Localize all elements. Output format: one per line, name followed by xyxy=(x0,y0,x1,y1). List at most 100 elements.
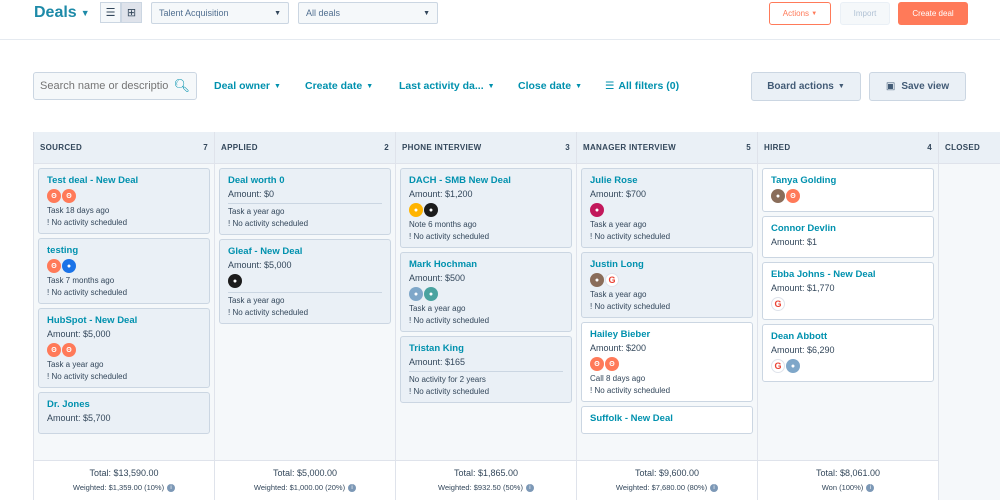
all-filters-button[interactable]: ☰ All filters (0) xyxy=(605,80,679,92)
actions-button[interactable]: Actions ▼ xyxy=(769,2,831,25)
all-filters-label: All filters (0) xyxy=(618,80,680,92)
info-icon[interactable]: i xyxy=(525,484,534,493)
deal-name-link[interactable]: Suffolk - New Deal xyxy=(590,413,744,424)
column-title: MANAGER INTERVIEW xyxy=(583,143,676,152)
next-activity-text: ! No activity scheduled xyxy=(47,372,128,381)
deal-name-link[interactable]: testing xyxy=(47,245,201,256)
associated-avatars: ● ● xyxy=(409,203,563,217)
deal-card[interactable]: DACH - SMB New Deal Amount: $1,200 ● ● Note … xyxy=(400,168,572,248)
view-toggle: ☰ ⊞ xyxy=(100,2,142,23)
weighted-text: Weighted: $7,680.00 (80%) xyxy=(615,483,708,492)
column-title: APPLIED xyxy=(221,143,258,152)
google-logo-icon[interactable]: G xyxy=(605,273,619,287)
chevron-down-icon: ▼ xyxy=(575,82,583,90)
hubspot-avatar-icon[interactable]: ʘ xyxy=(605,357,619,371)
company-logo-icon[interactable]: ● xyxy=(62,259,76,273)
deal-card[interactable]: Deal worth 0 Amount: $0 Task a year ago ! N… xyxy=(219,168,391,235)
hubspot-avatar-icon[interactable]: ʘ xyxy=(47,189,61,203)
pipeline-select[interactable]: Talent Acquisition ▼ xyxy=(151,2,289,24)
info-icon[interactable]: i xyxy=(348,484,357,493)
deal-name-link[interactable]: Julie Rose xyxy=(590,175,744,186)
deal-name-link[interactable]: Dr. Jones xyxy=(47,399,201,410)
deal-card[interactable]: Julie Rose Amount: $700 ● Task a year ago ! … xyxy=(581,168,753,248)
deal-name-link[interactable]: Mark Hochman xyxy=(409,259,563,270)
deal-card[interactable]: Dr. Jones Amount: $5,700 xyxy=(38,392,210,434)
deal-owner-filter[interactable]: Deal owner ▼ xyxy=(214,80,281,92)
save-view-button[interactable]: ▣ Save view xyxy=(869,72,966,101)
hubspot-avatar-icon[interactable]: ʘ xyxy=(62,343,76,357)
list-view-icon[interactable]: ☰ xyxy=(100,2,121,23)
board-actions-button[interactable]: Board actions ▼ xyxy=(751,72,861,101)
deal-name-link[interactable]: Connor Devlin xyxy=(771,223,925,234)
deal-name-link[interactable]: Deal worth 0 xyxy=(228,175,382,186)
view-select[interactable]: All deals ▼ xyxy=(298,2,438,24)
create-date-filter[interactable]: Create date ▼ xyxy=(305,80,373,92)
info-icon[interactable]: i xyxy=(710,484,719,493)
google-logo-icon[interactable]: G xyxy=(771,297,785,311)
deal-amount: Amount: $1,200 xyxy=(409,189,473,199)
deal-card[interactable]: Ebba Johns - New Deal Amount: $1,770 G xyxy=(762,262,934,320)
last-activity-text: Task a year ago xyxy=(228,207,285,216)
deal-name-link[interactable]: HubSpot - New Deal xyxy=(47,315,201,326)
deal-card[interactable]: HubSpot - New Deal Amount: $5,000 ʘ ʘ Task a… xyxy=(38,308,210,388)
deal-name-link[interactable]: Dean Abbott xyxy=(771,331,925,342)
info-icon[interactable]: i xyxy=(167,484,176,493)
deal-card[interactable]: Test deal - New Deal ʘ ʘ Task 18 days ago ! … xyxy=(38,168,210,234)
deal-card[interactable]: Connor Devlin Amount: $1 xyxy=(762,216,934,258)
deal-card[interactable]: Gleaf - New Deal Amount: $5,000 ● Task a ye… xyxy=(219,239,391,324)
hubspot-avatar-icon[interactable]: ʘ xyxy=(786,189,800,203)
deal-card[interactable]: Dean Abbott Amount: $6,290 G ● xyxy=(762,324,934,382)
search-icon[interactable]: 🔍︎ xyxy=(173,78,190,94)
last-activity-filter[interactable]: Last activity da... ▼ xyxy=(399,80,495,92)
create-deal-button[interactable]: Create deal xyxy=(898,2,968,25)
company-logo-icon[interactable]: ● xyxy=(409,203,423,217)
next-activity-text: ! No activity scheduled xyxy=(409,232,490,241)
board-view-icon[interactable]: ⊞ xyxy=(121,2,142,23)
deal-name-link[interactable]: Hailey Bieber xyxy=(590,329,744,340)
deal-card[interactable]: Hailey Bieber Amount: $200 ʘ ʘ Call 8 days a… xyxy=(581,322,753,402)
next-activity-text: ! No activity scheduled xyxy=(47,218,128,227)
deal-name-link[interactable]: Tristan King xyxy=(409,343,563,354)
hubspot-avatar-icon[interactable]: ʘ xyxy=(47,259,61,273)
company-logo-icon[interactable]: ● xyxy=(424,203,438,217)
import-button[interactable]: Import xyxy=(840,2,890,25)
next-activity-text: ! No activity scheduled xyxy=(409,316,490,325)
company-logo-icon[interactable]: ● xyxy=(424,287,438,301)
chevron-down-icon: ▼ xyxy=(837,83,845,90)
filter-bar: 🔍︎ Deal owner▼ Create date▼ Last activit… xyxy=(0,60,1000,120)
google-logo-icon[interactable]: G xyxy=(771,359,785,373)
pipeline-column: APPLIED 2 Deal worth 0 Amount: $0 Task a yea… xyxy=(215,132,396,500)
deal-card[interactable]: Tanya Golding ● ʘ xyxy=(762,168,934,212)
chevron-down-icon: ▼ xyxy=(80,8,90,18)
deal-name-link[interactable]: DACH - SMB New Deal xyxy=(409,175,563,186)
hubspot-avatar-icon[interactable]: ʘ xyxy=(62,189,76,203)
company-logo-icon[interactable]: ● xyxy=(590,203,604,217)
company-logo-icon[interactable]: ● xyxy=(228,274,242,288)
deal-card[interactable]: Mark Hochman Amount: $500 ● ● Task a year ag… xyxy=(400,252,572,332)
deal-card[interactable]: Tristan King Amount: $165 No activity for … xyxy=(400,336,572,403)
deal-name-link[interactable]: Ebba Johns - New Deal xyxy=(771,269,925,280)
column-title: HIRED xyxy=(764,143,791,152)
contact-photo-avatar[interactable]: ● xyxy=(771,189,785,203)
top-bar: Deals ▼ ☰ ⊞ Talent Acquisition ▼ All dea… xyxy=(0,0,1000,40)
contact-photo-avatar[interactable]: ● xyxy=(590,273,604,287)
deal-name-link[interactable]: Tanya Golding xyxy=(771,175,925,186)
deal-name-link[interactable]: Justin Long xyxy=(590,259,744,270)
next-activity-text: ! No activity scheduled xyxy=(228,308,309,317)
deal-name-link[interactable]: Test deal - New Deal xyxy=(47,175,201,186)
deal-name-link[interactable]: Gleaf - New Deal xyxy=(228,246,382,257)
deal-card[interactable]: testing ʘ ● Task 7 months ago ! No activity … xyxy=(38,238,210,304)
contact-initials-avatar[interactable]: ● xyxy=(786,359,800,373)
object-switcher[interactable]: Deals ▼ xyxy=(34,4,90,22)
hubspot-avatar-icon[interactable]: ʘ xyxy=(47,343,61,357)
chevron-down-icon: ▼ xyxy=(366,82,374,90)
deal-card[interactable]: Justin Long ● G Task a year ago ! No activit… xyxy=(581,252,753,318)
hubspot-avatar-icon[interactable]: ʘ xyxy=(590,357,604,371)
deal-card[interactable]: Suffolk - New Deal xyxy=(581,406,753,434)
close-date-filter[interactable]: Close date ▼ xyxy=(518,80,582,92)
contact-initials-avatar[interactable]: ● xyxy=(409,287,423,301)
deal-amount: Amount: $500 xyxy=(409,273,466,283)
search-input[interactable] xyxy=(40,80,168,92)
deal-amount: Amount: $200 xyxy=(590,343,647,353)
info-icon[interactable]: i xyxy=(866,484,875,493)
